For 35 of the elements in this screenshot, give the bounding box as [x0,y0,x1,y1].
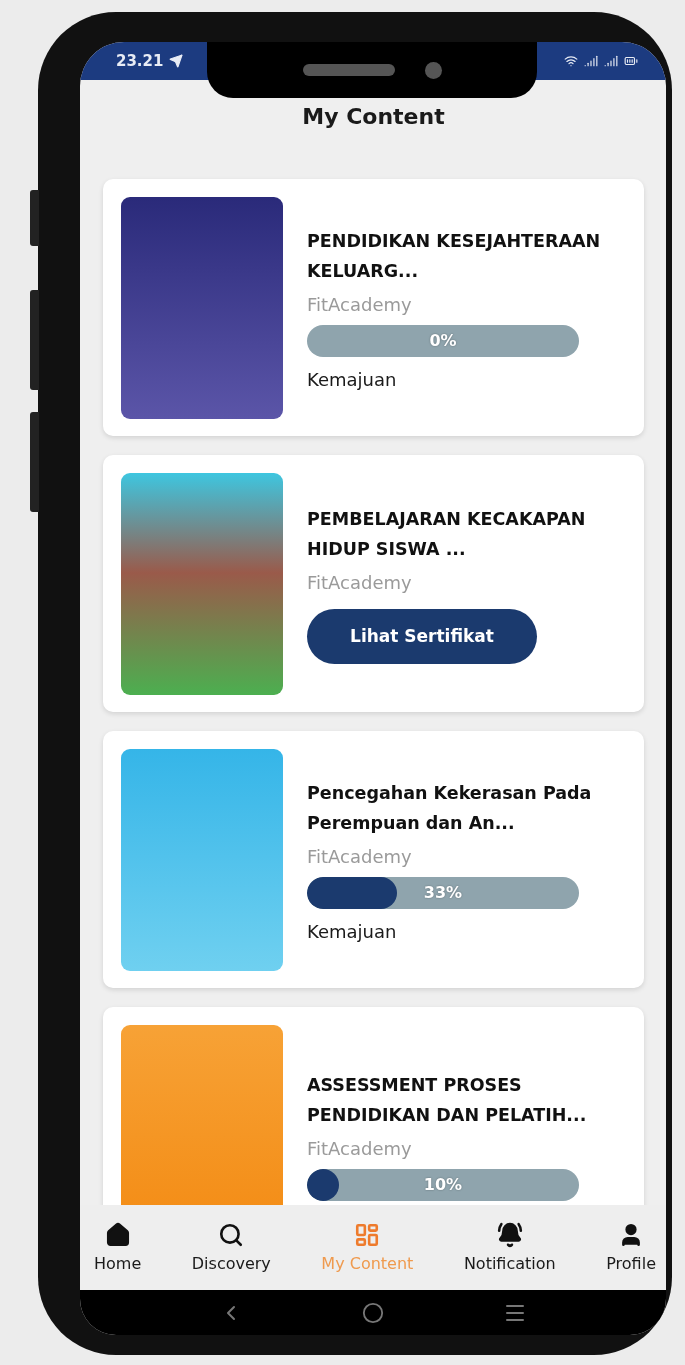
course-provider: FitAcademy [307,1138,413,1159]
send-icon [169,54,184,68]
course-title: PEMBELAJARAN KECAKAPAN HIDUP SISWA ... [307,507,587,561]
course-provider: FitAcademy [307,845,413,867]
certificate-button[interactable]: Lihat Sertifikat [307,608,537,664]
progress-label: Kemajuan [307,368,398,390]
wifi-icon [564,54,578,68]
signal-icon [604,54,618,68]
progress-percent: 33% [422,881,464,904]
grid-icon [354,1222,381,1248]
course-card[interactable]: PEMBELAJARAN KECAKAPAN HIDUP SISWA ... FitAcademy Lihat Sertifikat [103,455,644,712]
nav-tab[interactable]: Notification [461,1218,558,1277]
status-time: 23.21 [116,52,164,70]
search-icon [218,1222,245,1248]
nav-tab[interactable]: Home [92,1218,144,1277]
course-card[interactable]: ASSESSMENT PROSES PENDIDIKAN DAN PELATIH... FitAcademy 10% [103,1007,644,1205]
home-circle-icon[interactable] [362,1301,384,1324]
progress-percent: 0% [428,329,458,352]
battery-icon [624,54,638,68]
camera-dot [424,61,442,79]
bell-icon [496,1222,523,1248]
course-card[interactable]: Pencegahan Kekerasan Pada Perempuan dan An... FitAcademy 33% Kemajuan [103,731,644,988]
course-title: Pencegahan Kekerasan Pada Perempuan dan An... [307,781,593,835]
nav-tab[interactable]: Discovery [189,1218,273,1277]
nav-tab[interactable]: Profile [604,1218,658,1277]
course-provider: FitAcademy [307,571,413,593]
course-card[interactable]: PENDIDIKAN KESEJAHTERAAN KELUARG... FitAcademy 0% Kemajuan [103,179,644,436]
house-icon [104,1222,131,1248]
course-provider: FitAcademy [307,293,413,315]
progress-percent: 10% [422,1174,464,1196]
page-title: My Content [301,104,446,129]
course-title: ASSESSMENT PROSES PENDIDIKAN DAN PELATIH... [307,1074,588,1127]
progress-label: Kemajuan [307,920,398,942]
signal-icon [584,54,598,68]
course-title: PENDIDIKAN KESEJAHTERAAN KELUARG... [307,229,602,283]
